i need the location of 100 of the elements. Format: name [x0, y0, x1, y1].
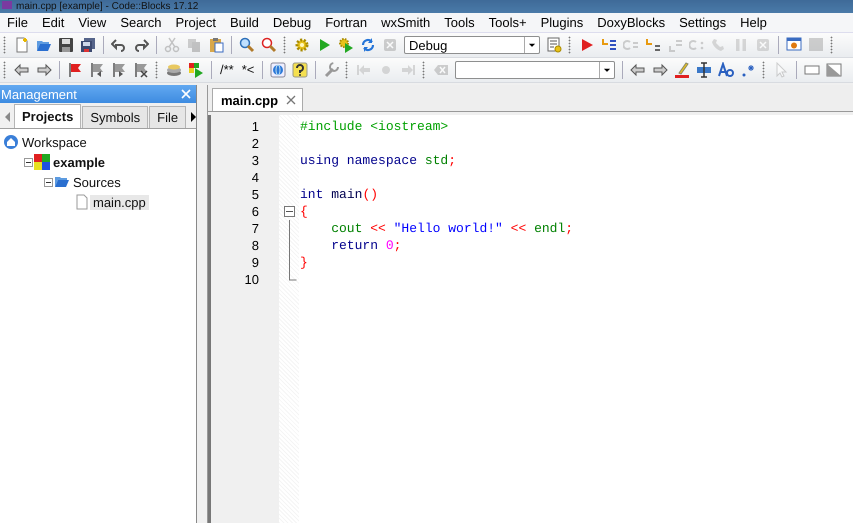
- toolbar-grip[interactable]: [830, 36, 833, 54]
- tree-item[interactable]: Workspace: [19, 134, 90, 150]
- gear-icon: [294, 37, 310, 53]
- menu-item[interactable]: Tools+: [482, 15, 534, 30]
- debug-window-icon: [786, 37, 802, 53]
- close-icon: [286, 95, 296, 105]
- pause-icon: [733, 37, 749, 53]
- toolbar-grip[interactable]: [762, 61, 766, 79]
- panel-tab[interactable]: Projects: [14, 104, 82, 128]
- code-line: cout << "Hello world!" << endl;: [330, 220, 574, 237]
- search-icon: [239, 37, 255, 53]
- tree-item[interactable]: example: [50, 154, 108, 170]
- step-out-icon: [667, 37, 683, 53]
- menu-item[interactable]: DoxyBlocks: [590, 15, 672, 30]
- run-to-cursor-icon: [601, 37, 617, 53]
- forward-arrow-icon: [36, 62, 52, 78]
- dropdown[interactable]: [455, 61, 616, 79]
- globe-icon: [270, 62, 286, 78]
- menu-item[interactable]: File: [0, 15, 35, 30]
- stop-icon: [755, 37, 771, 53]
- pen-icon: [674, 62, 690, 78]
- collapse-icon[interactable]: [23, 158, 34, 166]
- panel-tab[interactable]: Symbols: [82, 106, 148, 128]
- case-icon: [718, 62, 734, 78]
- menu-item[interactable]: wxSmith: [374, 15, 438, 30]
- toolbar-grip[interactable]: [3, 36, 6, 54]
- menu-item[interactable]: View: [71, 15, 114, 30]
- code-line: {: [299, 203, 309, 220]
- window-title: main.cpp [example] - Code::Blocks 17.12: [16, 0, 198, 13]
- toolbar-grip[interactable]: [568, 36, 571, 54]
- line-number: 3: [250, 152, 260, 169]
- panel-tab[interactable]: File: [149, 106, 186, 128]
- line-number: 5: [250, 186, 260, 203]
- toolbar-grip[interactable]: [155, 61, 158, 79]
- line-number: 10: [244, 271, 260, 288]
- collapse-icon[interactable]: [284, 206, 295, 217]
- regex-icon: [740, 62, 756, 78]
- project-icon: [34, 154, 50, 170]
- flag-forward-icon: [111, 62, 127, 78]
- panel-title: Management: [1, 86, 77, 102]
- wrench-icon: [323, 62, 340, 78]
- menu-item[interactable]: Help: [733, 15, 774, 30]
- tree-item[interactable]: main.cpp: [90, 194, 149, 210]
- square-icon: [808, 37, 824, 53]
- menu-item[interactable]: Debug: [266, 15, 318, 30]
- open-folder-icon: [54, 174, 70, 190]
- target-settings-icon: [546, 37, 562, 53]
- rebuild-icon: [360, 37, 376, 53]
- tree-item[interactable]: Sources: [70, 174, 124, 190]
- menu-item[interactable]: Search: [113, 15, 169, 30]
- phone-icon: [711, 37, 727, 53]
- code-line: using namespace std;: [299, 152, 458, 169]
- arrow-right-bar-icon: [400, 62, 416, 78]
- line-number: 1: [250, 118, 260, 135]
- line-number: 9: [250, 254, 260, 271]
- flag-icon: [67, 62, 83, 78]
- menu-item[interactable]: Project: [168, 15, 223, 30]
- line-number: 7: [250, 220, 260, 237]
- clipboard-icon: [208, 37, 224, 53]
- stack-icon: [166, 62, 182, 78]
- undo-icon: [111, 37, 127, 53]
- code-line: }: [299, 254, 309, 271]
- new-file-icon: [14, 37, 30, 53]
- toolbar-button[interactable]: /**: [216, 59, 238, 81]
- code-line: return 0;: [330, 237, 402, 254]
- menu-item[interactable]: Plugins: [534, 15, 590, 30]
- tag-icon: [433, 62, 450, 78]
- back-arrow-icon: [630, 62, 646, 78]
- close-icon: [180, 88, 192, 100]
- debug-icon: [579, 37, 595, 53]
- workspace-icon: [3, 134, 19, 150]
- back-arrow-icon: [14, 62, 30, 78]
- app-icon: [2, 1, 12, 9]
- menu-item[interactable]: Settings: [672, 15, 734, 30]
- build-run-icon: [338, 37, 354, 53]
- menu-item[interactable]: Tools: [437, 15, 482, 30]
- next-line-icon: [623, 37, 639, 53]
- scissors-icon: [164, 37, 180, 53]
- code-line: int main(): [299, 186, 380, 203]
- abort-icon: [382, 37, 398, 53]
- toolbar-grip[interactable]: [283, 36, 286, 54]
- line-number: 2: [250, 135, 260, 152]
- flag-clear-icon: [133, 62, 149, 78]
- shape-icon: [826, 62, 842, 78]
- toolbar-grip[interactable]: [422, 61, 426, 79]
- help-icon: [292, 62, 308, 78]
- menu-item[interactable]: Build: [222, 15, 266, 30]
- toolbar-button[interactable]: *<: [238, 59, 258, 81]
- save-all-icon: [80, 37, 96, 53]
- blocks-run-icon: [188, 62, 204, 78]
- copy-icon: [186, 37, 202, 53]
- collapse-icon[interactable]: [43, 178, 54, 186]
- dropdown[interactable]: Debug: [404, 36, 540, 54]
- menu-item[interactable]: Edit: [34, 15, 72, 30]
- scroll-left-icon: [3, 111, 11, 123]
- toolbar-grip[interactable]: [345, 61, 348, 79]
- line-number: 4: [250, 169, 260, 186]
- editor-tab[interactable]: main.cpp: [212, 88, 304, 111]
- toolbar-grip[interactable]: [3, 61, 6, 79]
- menu-item[interactable]: Fortran: [318, 15, 374, 30]
